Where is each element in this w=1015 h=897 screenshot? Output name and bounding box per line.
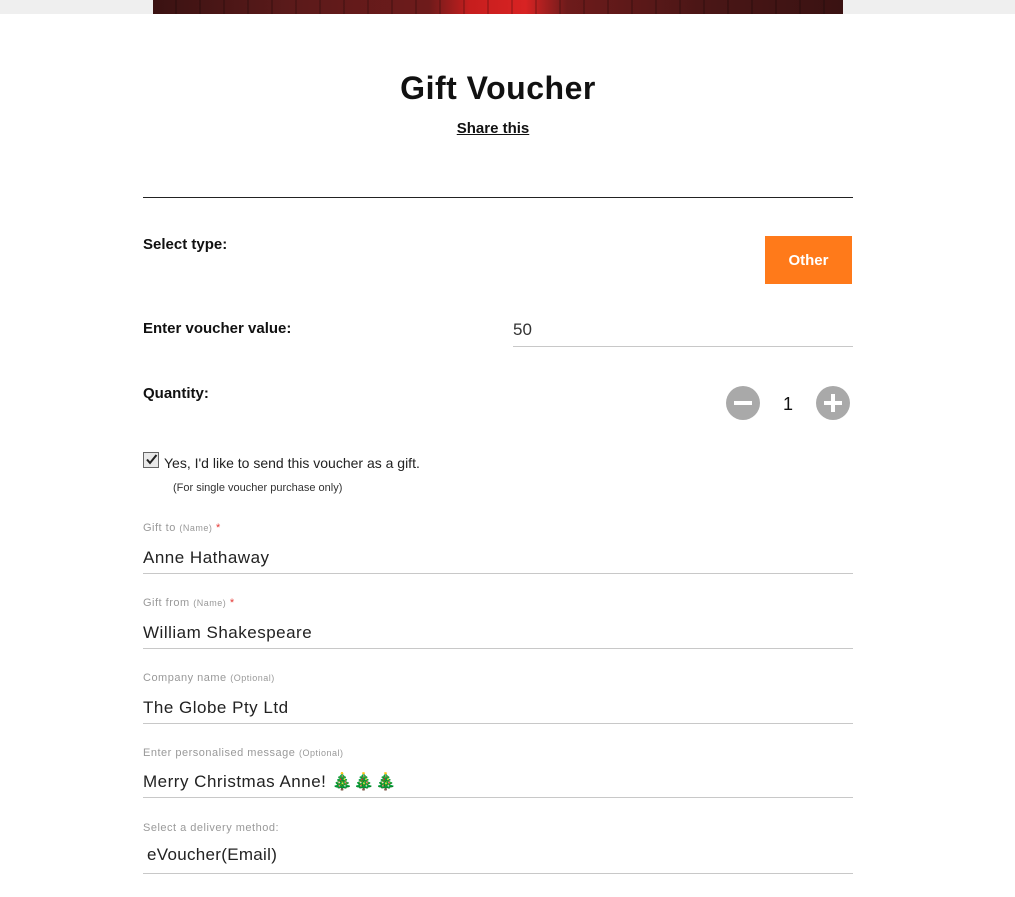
share-link[interactable]: Share this [0,120,986,137]
hero-image [153,0,843,14]
company-name-label: Company name (Optional) [143,672,275,684]
gift-from-required-mark: * [229,597,235,609]
quantity-decrement-button[interactable] [726,386,760,420]
gift-from-label: Gift from (Name) * [143,597,235,609]
plus-icon [824,394,842,412]
gift-to-input[interactable] [143,543,853,574]
gift-from-input[interactable] [143,618,853,649]
quantity-increment-button[interactable] [816,386,850,420]
gift-checkbox[interactable] [143,452,159,468]
message-label: Enter personalised message (Optional) [143,747,344,759]
divider [143,197,853,198]
page-title: Gift Voucher [400,70,596,106]
quantity-label: Quantity: [143,385,209,402]
select-type-label: Select type: [143,236,228,253]
minus-icon [734,401,752,405]
message-label-text: Enter personalised message [143,747,296,759]
checkmark-icon [146,454,158,465]
gift-checkbox-label: Yes, I'd like to send this voucher as a … [164,455,420,471]
delivery-method-label: Select a delivery method: [143,822,280,834]
gift-to-hint: (Name) [179,523,213,533]
gift-checkbox-note: (For single voucher purchase only) [173,482,343,494]
message-input[interactable] [143,767,853,798]
voucher-value-input[interactable] [513,314,853,347]
company-name-label-text: Company name [143,672,227,684]
delivery-method-select[interactable]: eVoucher(Email) [143,840,853,874]
message-hint: (Optional) [298,748,344,758]
gift-from-label-text: Gift from [143,597,190,609]
gift-to-label-text: Gift to [143,522,176,534]
gift-from-hint: (Name) [193,598,227,608]
gift-to-label: Gift to (Name) * [143,522,221,534]
quantity-value: 1 [782,394,793,414]
company-name-input[interactable] [143,693,853,724]
voucher-value-label: Enter voucher value: [143,320,292,337]
company-name-hint: (Optional) [230,673,275,683]
gift-to-required-mark: * [215,522,221,534]
type-other-button[interactable]: Other [765,236,852,284]
